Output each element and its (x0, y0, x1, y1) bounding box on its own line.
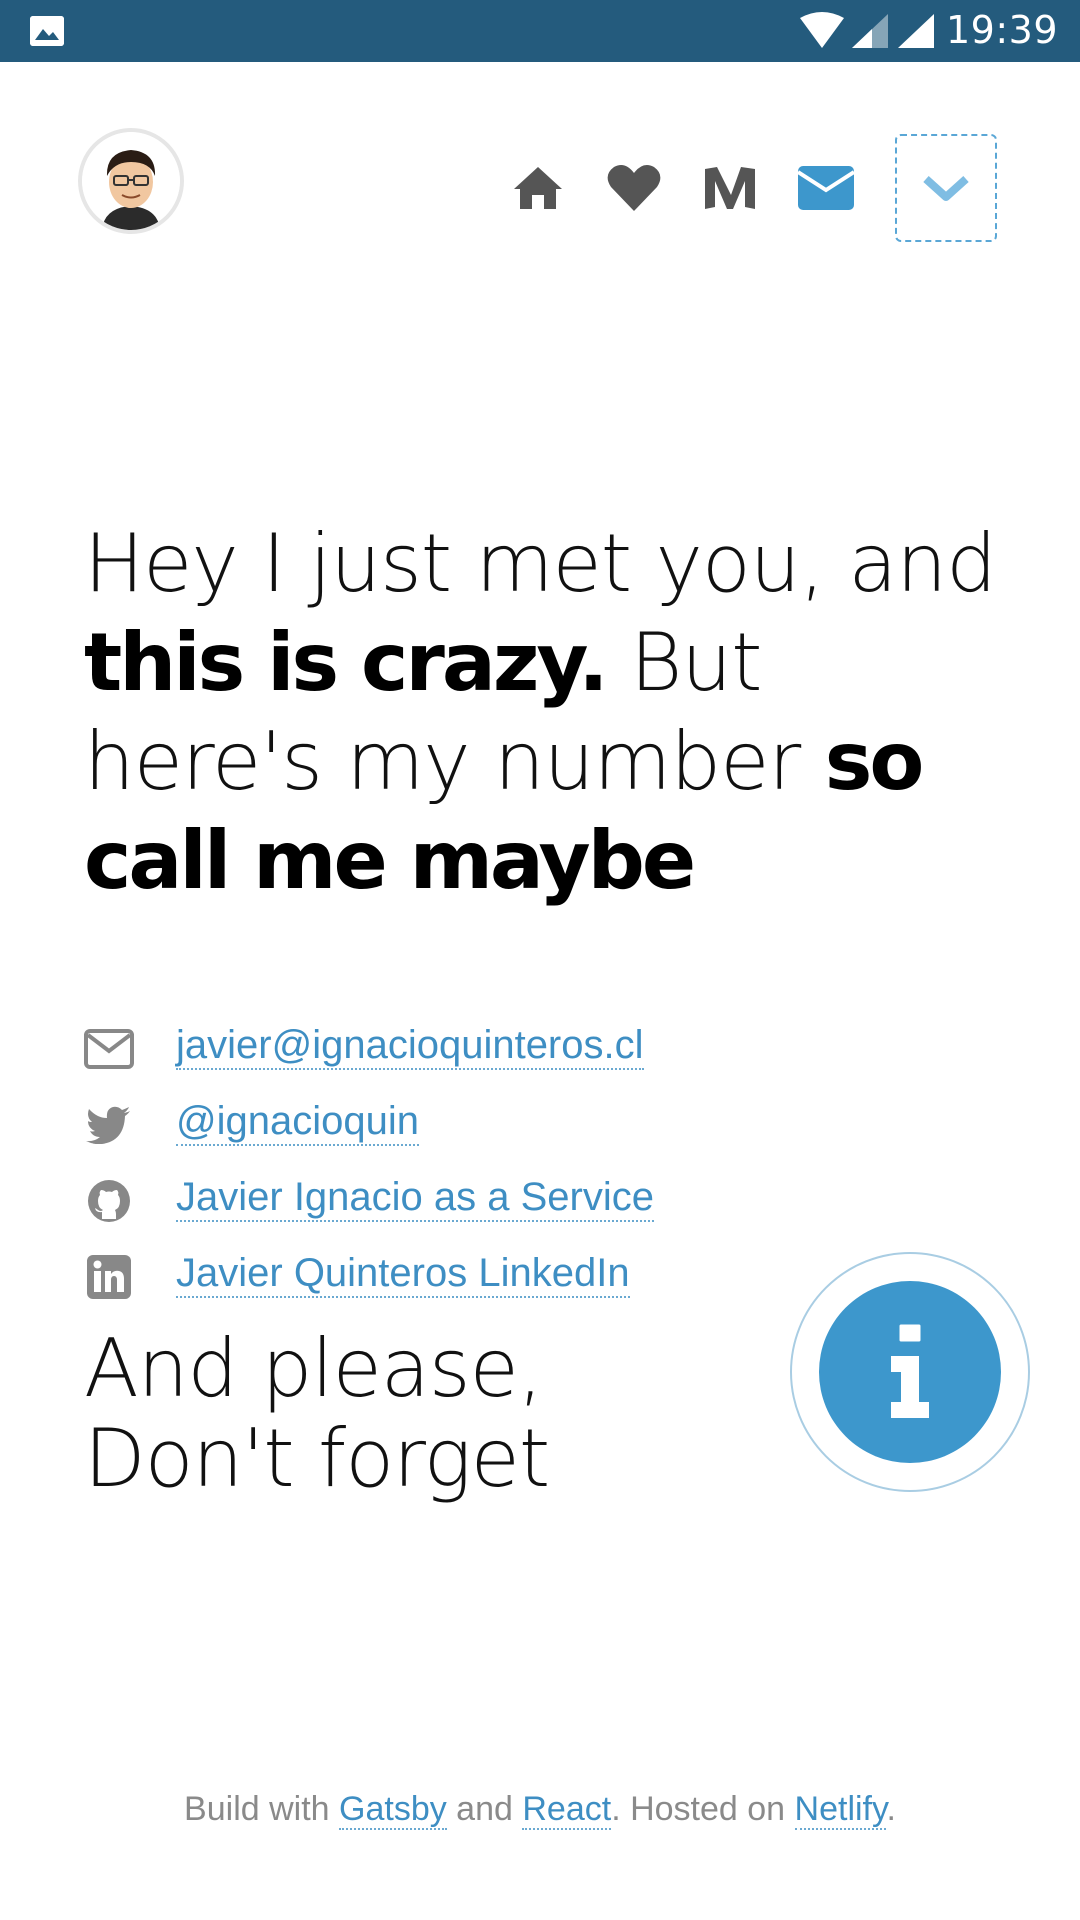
headline: Hey I just met you, and this is crazy. B… (84, 514, 1014, 910)
reminder-heading: And please, Don't forget (84, 1322, 550, 1505)
medium-icon[interactable] (700, 158, 760, 218)
mail-icon[interactable] (796, 158, 856, 218)
github-link[interactable]: Javier Ignacio as a Service (176, 1174, 655, 1222)
react-link[interactable]: React (522, 1790, 612, 1830)
footer-prefix: Build with (184, 1790, 340, 1828)
signal-icon (852, 14, 888, 48)
twitter-icon (84, 1100, 134, 1150)
contact-email-row: javier@ignacioquinteros.cl (84, 1014, 784, 1090)
contact-twitter-row: @ignacioquin (84, 1090, 784, 1166)
contact-list: javier@ignacioquinteros.cl @ignacioquin … (84, 1014, 784, 1318)
info-button-inner (819, 1281, 1001, 1463)
linkedin-link[interactable]: Javier Quinteros LinkedIn (176, 1250, 630, 1298)
signal-icon (898, 14, 934, 48)
headline-text-1: Hey I just met you, and (84, 517, 997, 610)
footer-hosted: . Hosted on (611, 1790, 795, 1828)
wifi-icon (800, 12, 844, 48)
footer-suffix: . (886, 1790, 896, 1828)
heart-icon[interactable] (604, 158, 664, 218)
page: Hey I just met you, and this is crazy. B… (0, 62, 1080, 1920)
status-icons (798, 12, 938, 52)
gallery-icon (30, 16, 64, 46)
dropdown-toggle-button[interactable] (895, 134, 997, 242)
footer-and: and (446, 1790, 523, 1828)
contact-linkedin-row: Javier Quinteros LinkedIn (84, 1242, 784, 1318)
contact-github-row: Javier Ignacio as a Service (84, 1166, 784, 1242)
twitter-link[interactable]: @ignacioquin (176, 1098, 419, 1146)
footer: Build with Gatsby and React. Hosted on N… (0, 1790, 1080, 1830)
chevron-down-icon (923, 176, 969, 201)
home-icon[interactable] (508, 158, 568, 218)
avatar[interactable] (78, 128, 184, 234)
status-bar: 19:39 (0, 0, 1080, 62)
gatsby-link[interactable]: Gatsby (339, 1790, 447, 1830)
info-button[interactable] (790, 1252, 1030, 1492)
linkedin-icon (84, 1252, 134, 1302)
status-time: 19:39 (945, 8, 1058, 52)
netlify-link[interactable]: Netlify (794, 1790, 887, 1830)
envelope-outline-icon (84, 1024, 134, 1074)
email-link[interactable]: javier@ignacioquinteros.cl (176, 1022, 644, 1070)
info-icon (891, 1323, 929, 1418)
github-icon (84, 1176, 134, 1226)
headline-bold-1: this is crazy. (84, 616, 609, 709)
